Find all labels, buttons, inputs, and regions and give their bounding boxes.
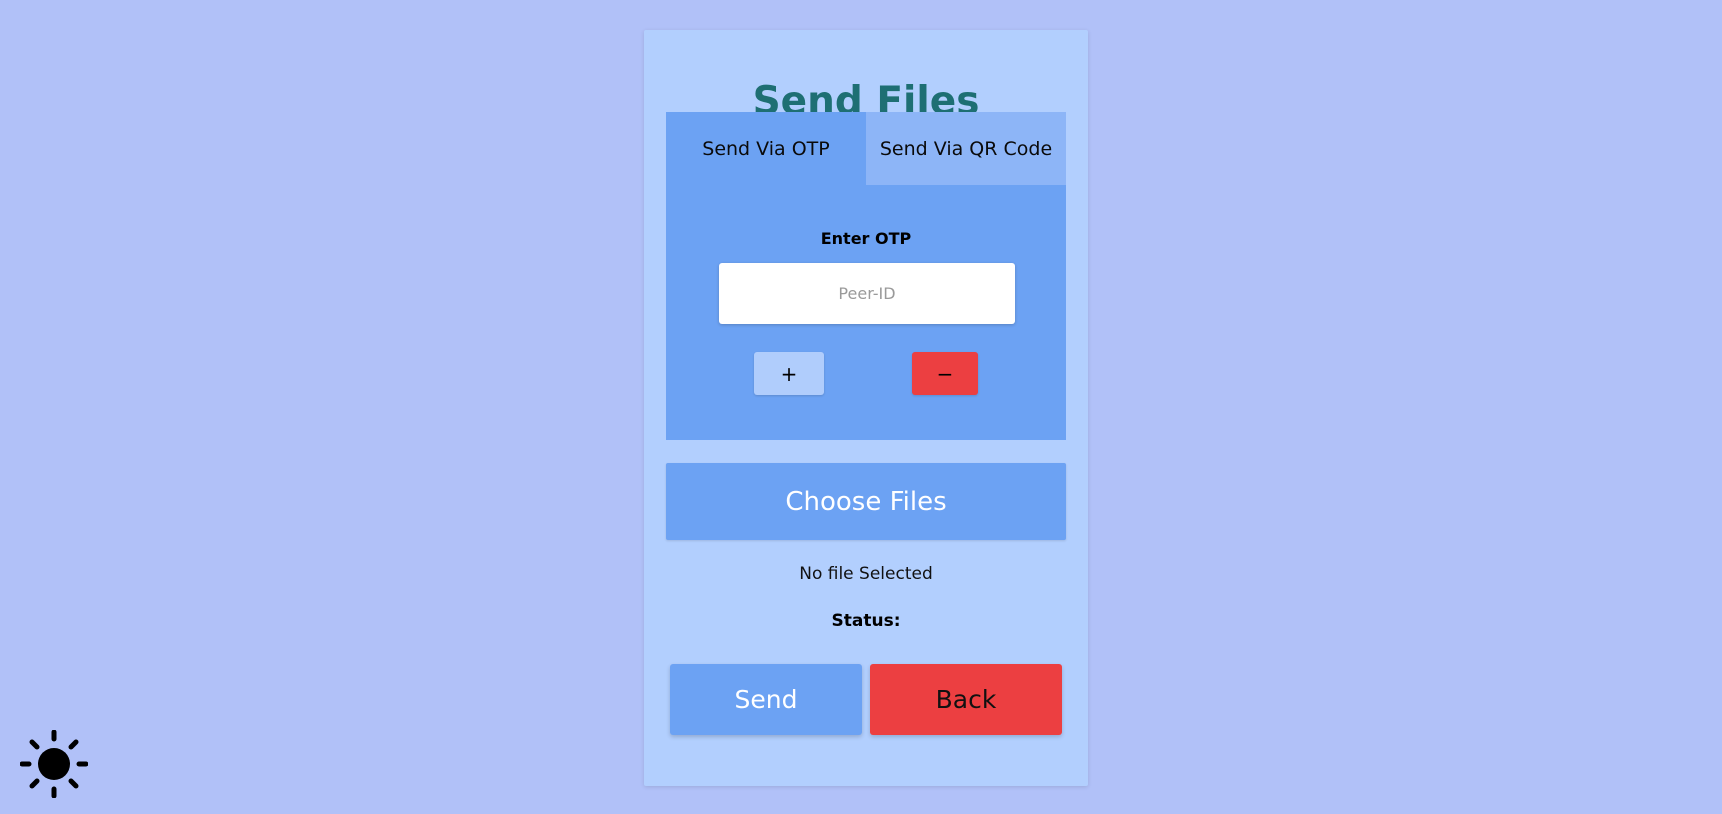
- choose-files-button[interactable]: Choose Files: [666, 463, 1066, 540]
- status-label: Status:: [831, 611, 901, 631]
- otp-panel: Send Via OTP Send Via QR Code Enter OTP …: [666, 112, 1066, 440]
- send-files-card: Send Files Send Via OTP Send Via QR Code…: [644, 30, 1088, 786]
- otp-label: Enter OTP: [820, 229, 912, 248]
- tab-send-via-qr-code[interactable]: Send Via QR Code: [866, 112, 1066, 185]
- tab-send-via-otp[interactable]: Send Via OTP: [666, 112, 866, 185]
- back-button[interactable]: Back: [870, 664, 1062, 735]
- theme-toggle-button[interactable]: [19, 729, 89, 799]
- file-selection-text: No file Selected: [799, 564, 933, 584]
- peer-id-input[interactable]: [719, 263, 1015, 324]
- remove-peer-button[interactable]: −: [912, 352, 978, 395]
- send-button[interactable]: Send: [670, 664, 862, 735]
- sun-icon: [19, 729, 89, 799]
- add-peer-button[interactable]: +: [754, 352, 824, 395]
